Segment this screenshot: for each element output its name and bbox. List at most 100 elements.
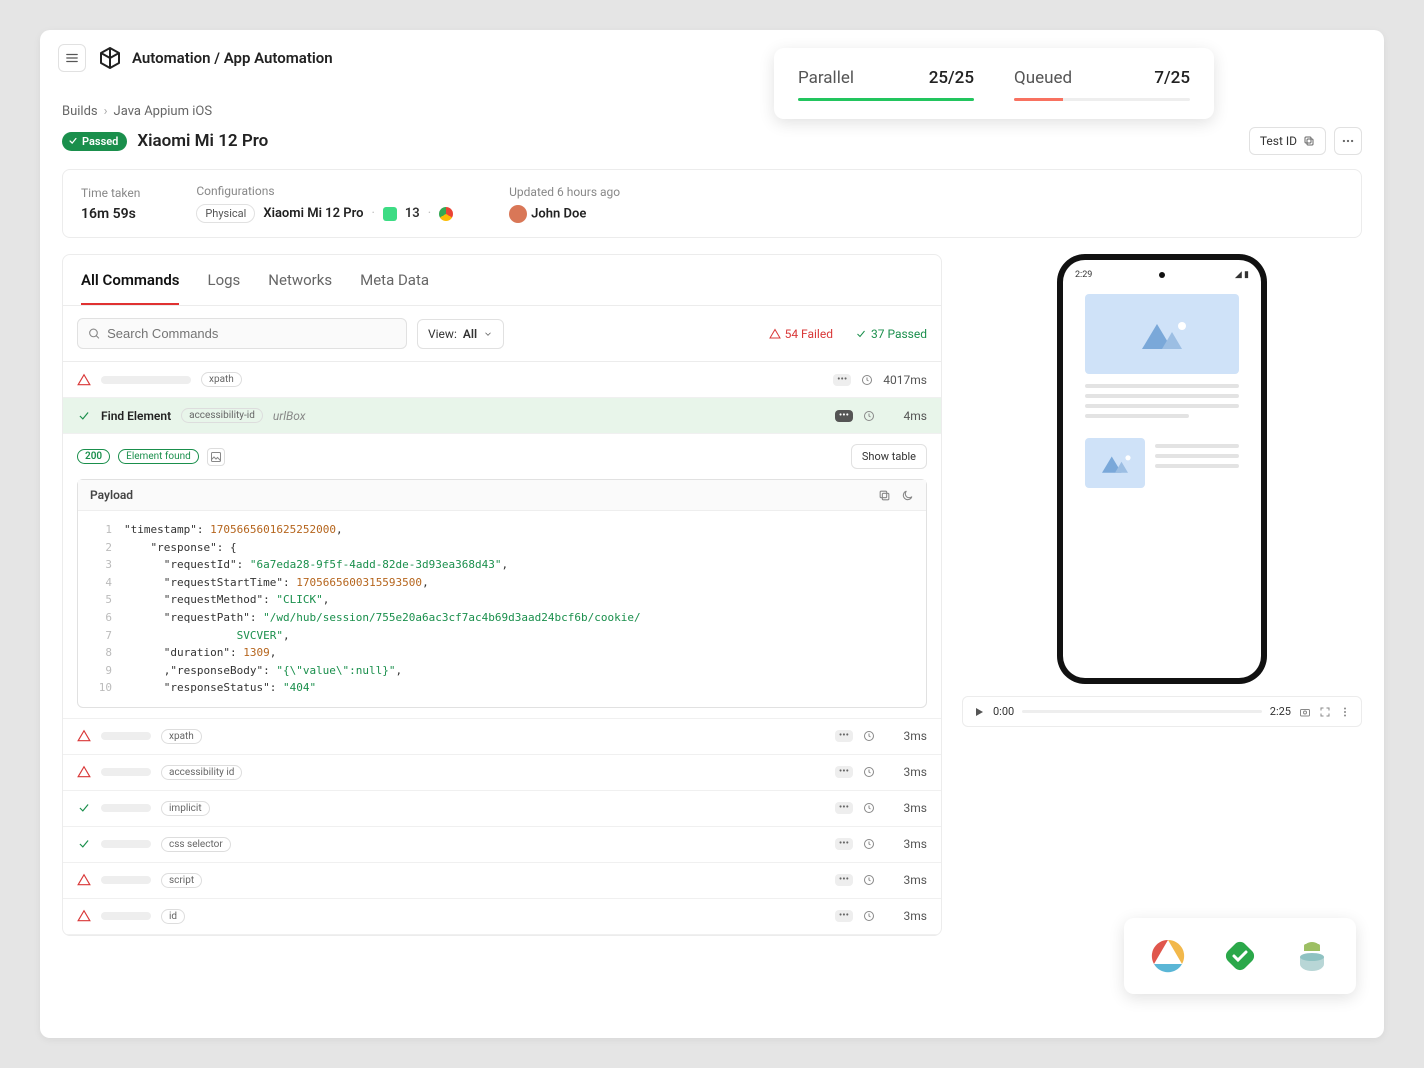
copy-payload-button[interactable] xyxy=(878,489,891,502)
clock-icon xyxy=(863,838,875,850)
payload-title: Payload xyxy=(90,488,133,502)
queued-label: Queued xyxy=(1014,68,1072,88)
user-name: John Doe xyxy=(531,206,586,221)
clock-icon xyxy=(861,374,873,386)
check-icon xyxy=(77,801,91,815)
camera-notch xyxy=(1159,272,1165,278)
warning-icon xyxy=(77,729,91,743)
tab-metadata[interactable]: Meta Data xyxy=(360,255,429,305)
tech-icons-card xyxy=(1124,918,1356,994)
clock-icon xyxy=(863,766,875,778)
more-icon xyxy=(1341,134,1355,148)
tabs: All Commands Logs Networks Meta Data xyxy=(63,255,941,306)
locator-tag: id xyxy=(161,909,185,924)
placeholder-image xyxy=(1085,294,1239,374)
tab-networks[interactable]: Networks xyxy=(268,255,332,305)
chevron-down-icon xyxy=(483,329,493,339)
device-preview: 2:29 ◢ ▮ xyxy=(1057,254,1267,684)
more-vertical-icon xyxy=(1339,706,1351,718)
search-box[interactable] xyxy=(77,318,407,349)
command-expanded: 200 Element found Show table Payload xyxy=(63,434,941,719)
device-clock: 2:29 xyxy=(1075,270,1092,280)
row-more-button[interactable]: ••• xyxy=(835,410,853,422)
time-taken-block: Time taken 16m 59s xyxy=(81,186,140,222)
locator-tag: accessibility id xyxy=(161,765,242,780)
appium-icon xyxy=(1148,936,1188,976)
chevron-right-icon: › xyxy=(104,104,108,119)
crumb-leaf[interactable]: Java Appium iOS xyxy=(114,104,213,119)
info-strip: Time taken 16m 59s Configurations Physic… xyxy=(62,169,1362,238)
search-icon xyxy=(88,327,101,341)
payload-box: Payload 1"timestamp": 170566560162525200… xyxy=(77,479,927,708)
play-button[interactable] xyxy=(973,706,985,718)
status-icons: ◢ ▮ xyxy=(1235,270,1249,280)
tab-logs[interactable]: Logs xyxy=(207,255,240,305)
parallel-stat: Parallel 25/25 xyxy=(798,68,974,101)
device-name: Xiaomi Mi 12 Pro xyxy=(263,206,363,221)
tab-all-commands[interactable]: All Commands xyxy=(81,255,179,305)
menu-button[interactable] xyxy=(58,44,86,72)
command-row[interactable]: implicit ••• 3ms xyxy=(63,791,941,827)
clock-icon xyxy=(863,802,875,814)
warning-icon xyxy=(769,328,781,340)
row-more-button[interactable]: ••• xyxy=(835,874,853,886)
cucumber-icon xyxy=(1220,936,1260,976)
row-more-button[interactable]: ••• xyxy=(835,910,853,922)
check-icon xyxy=(68,136,78,146)
clock-icon xyxy=(863,874,875,886)
clock-icon xyxy=(863,410,875,422)
parallel-label: Parallel xyxy=(798,68,854,88)
page-title: Xiaomi Mi 12 Pro xyxy=(137,131,268,151)
command-row[interactable]: accessibility id ••• 3ms xyxy=(63,755,941,791)
logo-icon xyxy=(98,46,122,70)
session-stats-card: Parallel 25/25 Queued 7/25 xyxy=(774,48,1214,119)
command-row[interactable]: script ••• 3ms xyxy=(63,863,941,899)
warning-icon xyxy=(77,373,91,387)
android-icon xyxy=(383,207,397,221)
warning-icon xyxy=(77,873,91,887)
locator-tag: accessibility-id xyxy=(181,408,263,423)
more-button[interactable] xyxy=(1334,127,1362,155)
row-more-button[interactable]: ••• xyxy=(833,374,851,386)
check-icon xyxy=(855,328,867,340)
play-icon xyxy=(973,706,985,718)
queued-value: 7/25 xyxy=(1154,68,1190,88)
command-row[interactable]: css selector ••• 3ms xyxy=(63,827,941,863)
header-breadcrumb: Automation / App Automation xyxy=(132,49,333,67)
expand-icon xyxy=(1319,706,1331,718)
browser-icon xyxy=(439,207,453,221)
search-input[interactable] xyxy=(107,326,396,341)
command-row[interactable]: xpath ••• 4017ms xyxy=(63,362,941,398)
fullscreen-button[interactable] xyxy=(1319,706,1331,718)
espresso-icon xyxy=(1292,936,1332,976)
command-row-selected[interactable]: Find Element accessibility-id urlBox •••… xyxy=(63,398,941,434)
screenshot-button[interactable] xyxy=(207,448,225,466)
locator-tag: implicit xyxy=(161,801,210,816)
crumb-root[interactable]: Builds xyxy=(62,104,98,119)
physical-pill: Physical xyxy=(196,204,255,223)
command-row[interactable]: id ••• 3ms xyxy=(63,899,941,935)
copy-icon xyxy=(878,489,891,502)
moon-icon xyxy=(901,489,914,502)
placeholder-image xyxy=(1085,438,1145,488)
theme-toggle-button[interactable] xyxy=(901,489,914,502)
video-more-button[interactable] xyxy=(1339,706,1351,718)
video-track[interactable] xyxy=(1022,710,1262,713)
avatar xyxy=(509,205,527,223)
row-more-button[interactable]: ••• xyxy=(835,802,853,814)
configurations-block: Configurations Physical Xiaomi Mi 12 Pro… xyxy=(196,184,453,223)
video-total-time: 2:25 xyxy=(1270,705,1291,718)
command-label: Find Element xyxy=(101,409,171,423)
copy-icon xyxy=(1303,135,1315,147)
view-dropdown[interactable]: View: All xyxy=(417,319,504,349)
row-more-button[interactable]: ••• xyxy=(835,730,853,742)
payload-code: 1"timestamp": 1705665601625252000,2 "res… xyxy=(78,511,926,707)
row-more-button[interactable]: ••• xyxy=(835,838,853,850)
command-row[interactable]: xpath ••• 3ms xyxy=(63,719,941,755)
show-table-button[interactable]: Show table xyxy=(851,444,927,469)
status-badge: Passed xyxy=(62,132,127,151)
passed-count: 37 Passed xyxy=(855,327,927,341)
row-more-button[interactable]: ••• xyxy=(835,766,853,778)
snapshot-button[interactable] xyxy=(1299,706,1311,718)
test-id-button[interactable]: Test ID xyxy=(1249,127,1326,155)
